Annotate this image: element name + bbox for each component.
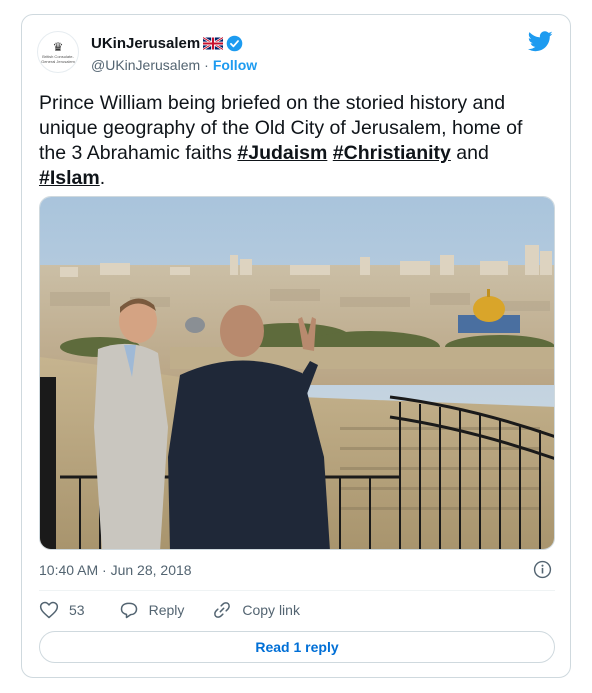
- jerusalem-photo-illustration: [40, 197, 554, 549]
- display-name[interactable]: UKinJerusalem: [91, 35, 200, 52]
- copy-link-button[interactable]: Copy link: [212, 600, 300, 620]
- tweet-text: Prince William being briefed on the stor…: [39, 91, 549, 191]
- royal-crest-icon: ♛: [52, 39, 64, 54]
- account-handle[interactable]: @UKinJerusalem: [91, 57, 200, 73]
- tweet-timestamp[interactable]: 10:40 AM · Jun 28, 2018: [39, 562, 192, 578]
- read-replies-label: Read 1 reply: [255, 639, 339, 655]
- hashtag-christianity[interactable]: #Christianity: [333, 142, 451, 164]
- tweet-photo[interactable]: [39, 196, 555, 550]
- tweet-text-part: and: [450, 142, 489, 164]
- tweet-text-part: .: [99, 167, 106, 189]
- reply-label: Reply: [148, 602, 185, 618]
- name-row: UKinJerusalem: [91, 35, 243, 52]
- link-icon: [214, 602, 231, 618]
- read-replies-button[interactable]: Read 1 reply: [39, 631, 555, 663]
- copy-link-label: Copy link: [242, 602, 300, 618]
- hashtag-islam[interactable]: #Islam: [39, 167, 100, 189]
- like-button[interactable]: 53: [39, 600, 85, 620]
- heart-icon: [39, 601, 59, 619]
- separator-dot: ·: [204, 57, 209, 73]
- handle-row: @UKinJerusalem · Follow: [91, 57, 257, 73]
- avatar-caption: British Consulate-General Jerusalem: [41, 53, 75, 64]
- follow-button[interactable]: Follow: [213, 57, 257, 73]
- twitter-bird-icon[interactable]: [528, 31, 553, 52]
- divider: [39, 590, 555, 591]
- verified-badge-icon: [226, 35, 243, 52]
- uk-flag-icon: [203, 37, 224, 50]
- avatar[interactable]: ♛ British Consulate-General Jerusalem: [37, 31, 79, 73]
- tweet-actions: 53 Reply Copy link: [39, 600, 300, 620]
- reply-button[interactable]: Reply: [119, 600, 185, 620]
- reply-bubble-icon: [120, 602, 137, 619]
- like-count: 53: [69, 602, 85, 618]
- tweet-card: ♛ British Consulate-General Jerusalem UK…: [21, 14, 571, 678]
- hashtag-judaism[interactable]: #Judaism: [237, 142, 327, 164]
- info-icon[interactable]: [533, 560, 552, 579]
